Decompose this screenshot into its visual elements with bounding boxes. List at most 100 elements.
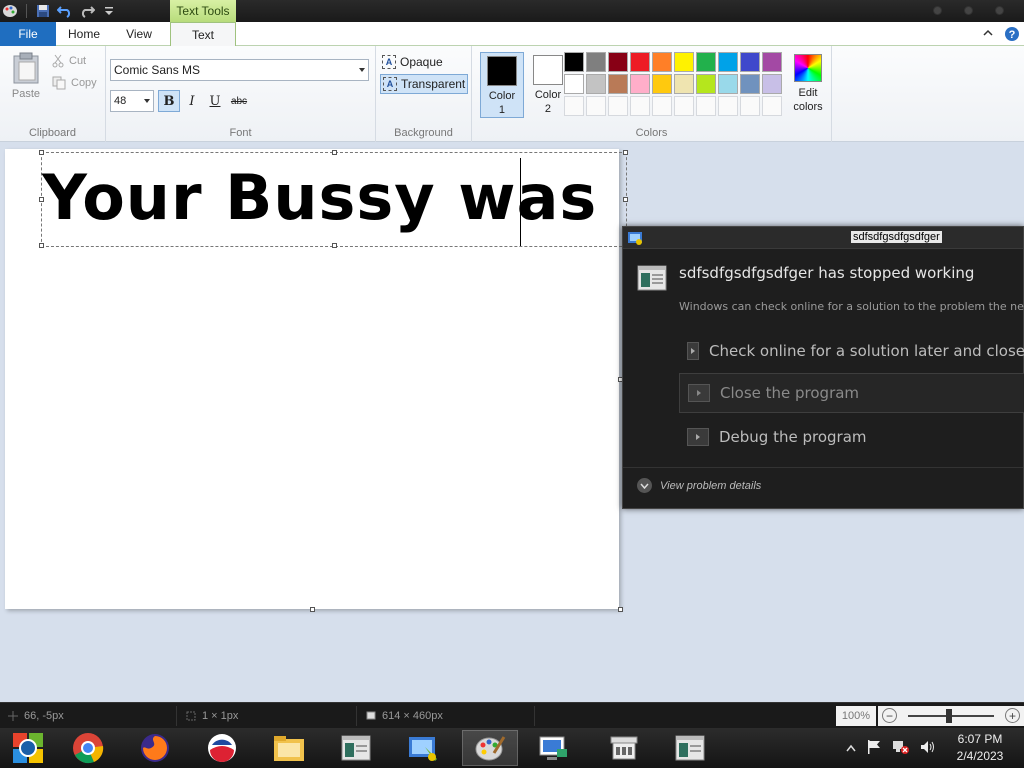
palette-swatch[interactable] bbox=[718, 74, 738, 94]
close-program-option[interactable]: Close the program bbox=[679, 373, 1024, 413]
font-size-select[interactable]: 48 bbox=[110, 90, 154, 112]
view-problem-details-button[interactable]: View problem details bbox=[637, 478, 761, 493]
taskbar-control-panel[interactable] bbox=[525, 730, 581, 766]
edit-colors-button[interactable]: Edit colors bbox=[786, 54, 830, 114]
palette-swatch-empty[interactable] bbox=[740, 96, 760, 116]
bold-button[interactable]: B bbox=[158, 90, 180, 112]
opaque-button[interactable]: A Opaque bbox=[380, 52, 468, 72]
palette-swatch[interactable] bbox=[608, 74, 628, 94]
svg-text:?: ? bbox=[1009, 29, 1016, 41]
palette-swatch-empty[interactable] bbox=[586, 96, 606, 116]
tab-text[interactable]: Text bbox=[170, 22, 236, 47]
tab-home[interactable]: Home bbox=[56, 22, 112, 46]
palette-swatch[interactable] bbox=[630, 52, 650, 72]
cut-label: Cut bbox=[69, 55, 87, 67]
taskbar-error-reporting[interactable] bbox=[395, 730, 451, 766]
palette-swatch[interactable] bbox=[586, 74, 606, 94]
undo-icon[interactable] bbox=[57, 3, 73, 19]
taskbar-program-window-2[interactable] bbox=[662, 730, 718, 766]
palette-swatch[interactable] bbox=[608, 52, 628, 72]
zoom-in-button[interactable]: + bbox=[1005, 708, 1020, 723]
drawing-canvas[interactable]: Your Bussy was bbox=[5, 149, 628, 612]
palette-swatch-empty[interactable] bbox=[718, 96, 738, 116]
palette-swatch-empty[interactable] bbox=[696, 96, 716, 116]
volume-icon[interactable] bbox=[920, 739, 936, 758]
italic-button[interactable]: I bbox=[181, 90, 203, 112]
start-button[interactable] bbox=[0, 730, 56, 766]
resize-handle[interactable] bbox=[332, 243, 337, 248]
color1-button[interactable]: Color 1 bbox=[480, 52, 524, 118]
zoom-slider-thumb[interactable] bbox=[946, 709, 952, 723]
chevron-down-icon bbox=[144, 99, 150, 103]
palette-swatch[interactable] bbox=[652, 52, 672, 72]
palette-swatch[interactable] bbox=[740, 52, 760, 72]
palette-swatch[interactable] bbox=[586, 52, 606, 72]
paste-button[interactable]: Paste bbox=[6, 52, 46, 108]
canvas-text[interactable]: Your Bussy was bbox=[42, 161, 597, 234]
taskbar-clock[interactable]: 6:07 PM 2/4/2023 bbox=[940, 731, 1020, 765]
close-button[interactable] bbox=[995, 6, 1004, 15]
palette-swatch-empty[interactable] bbox=[762, 96, 782, 116]
cursor-position: 66, -5px bbox=[8, 703, 64, 729]
resize-handle[interactable] bbox=[623, 197, 628, 202]
debug-program-option[interactable]: Debug the program bbox=[679, 417, 1024, 457]
tab-file[interactable]: File bbox=[0, 22, 56, 46]
help-icon[interactable]: ? bbox=[1004, 26, 1020, 42]
taskbar-chrome[interactable] bbox=[60, 730, 116, 766]
resize-handle[interactable] bbox=[332, 150, 337, 155]
taskbar-app-logo[interactable] bbox=[194, 730, 250, 766]
palette-swatch[interactable] bbox=[674, 74, 694, 94]
palette-swatch-empty[interactable] bbox=[674, 96, 694, 116]
font-group: Comic Sans MS 48 B I U abc Font bbox=[106, 46, 376, 142]
minimize-button[interactable] bbox=[933, 6, 942, 15]
action-center-flag-icon[interactable] bbox=[866, 739, 882, 758]
cut-button[interactable]: Cut bbox=[52, 52, 86, 70]
palette-swatch[interactable] bbox=[674, 52, 694, 72]
arrow-right-icon bbox=[687, 342, 700, 360]
paint-app-icon[interactable] bbox=[2, 3, 18, 19]
palette-swatch[interactable] bbox=[762, 74, 782, 94]
copy-button[interactable]: Copy bbox=[52, 74, 97, 92]
resize-handle[interactable] bbox=[39, 243, 44, 248]
palette-swatch-empty[interactable] bbox=[608, 96, 628, 116]
palette-swatch[interactable] bbox=[762, 52, 782, 72]
palette-swatch[interactable] bbox=[696, 52, 716, 72]
show-hidden-icons-icon[interactable] bbox=[846, 741, 856, 755]
zoom-out-button[interactable]: − bbox=[882, 708, 897, 723]
transparent-button[interactable]: A Transparent bbox=[380, 74, 468, 94]
collapse-ribbon-icon[interactable] bbox=[982, 27, 994, 39]
palette-swatch[interactable] bbox=[630, 74, 650, 94]
color-palette bbox=[564, 52, 782, 116]
palette-swatch[interactable] bbox=[564, 74, 584, 94]
font-family-select[interactable]: Comic Sans MS bbox=[110, 59, 369, 81]
taskbar-cash-register[interactable] bbox=[596, 730, 652, 766]
taskbar-firefox[interactable] bbox=[127, 730, 183, 766]
maximize-button[interactable] bbox=[964, 6, 973, 15]
underline-button[interactable]: U bbox=[204, 90, 226, 112]
canvas-resize-handle[interactable] bbox=[310, 607, 315, 612]
strikethrough-button[interactable]: abc bbox=[228, 90, 250, 112]
palette-swatch[interactable] bbox=[564, 52, 584, 72]
customize-qat-icon[interactable] bbox=[101, 3, 117, 19]
network-disconnected-icon[interactable] bbox=[892, 739, 910, 758]
text-box[interactable]: Your Bussy was bbox=[39, 150, 628, 248]
tab-view[interactable]: View bbox=[112, 22, 166, 46]
palette-swatch[interactable] bbox=[740, 74, 760, 94]
canvas-resize-handle[interactable] bbox=[618, 607, 623, 612]
redo-icon[interactable] bbox=[79, 3, 95, 19]
taskbar-program-window[interactable] bbox=[328, 730, 384, 766]
opaque-icon: A bbox=[382, 55, 396, 69]
taskbar-file-explorer[interactable] bbox=[261, 730, 317, 766]
resize-handle[interactable] bbox=[623, 150, 628, 155]
resize-handle[interactable] bbox=[39, 150, 44, 155]
taskbar-paint[interactable] bbox=[462, 730, 518, 766]
palette-swatch-empty[interactable] bbox=[652, 96, 672, 116]
palette-swatch[interactable] bbox=[718, 52, 738, 72]
palette-swatch-empty[interactable] bbox=[564, 96, 584, 116]
palette-swatch[interactable] bbox=[652, 74, 672, 94]
palette-swatch-empty[interactable] bbox=[630, 96, 650, 116]
check-online-option[interactable]: Check online for a solution later and cl… bbox=[679, 331, 1024, 371]
palette-swatch[interactable] bbox=[696, 74, 716, 94]
resize-handle[interactable] bbox=[39, 197, 44, 202]
save-icon[interactable] bbox=[35, 3, 51, 19]
